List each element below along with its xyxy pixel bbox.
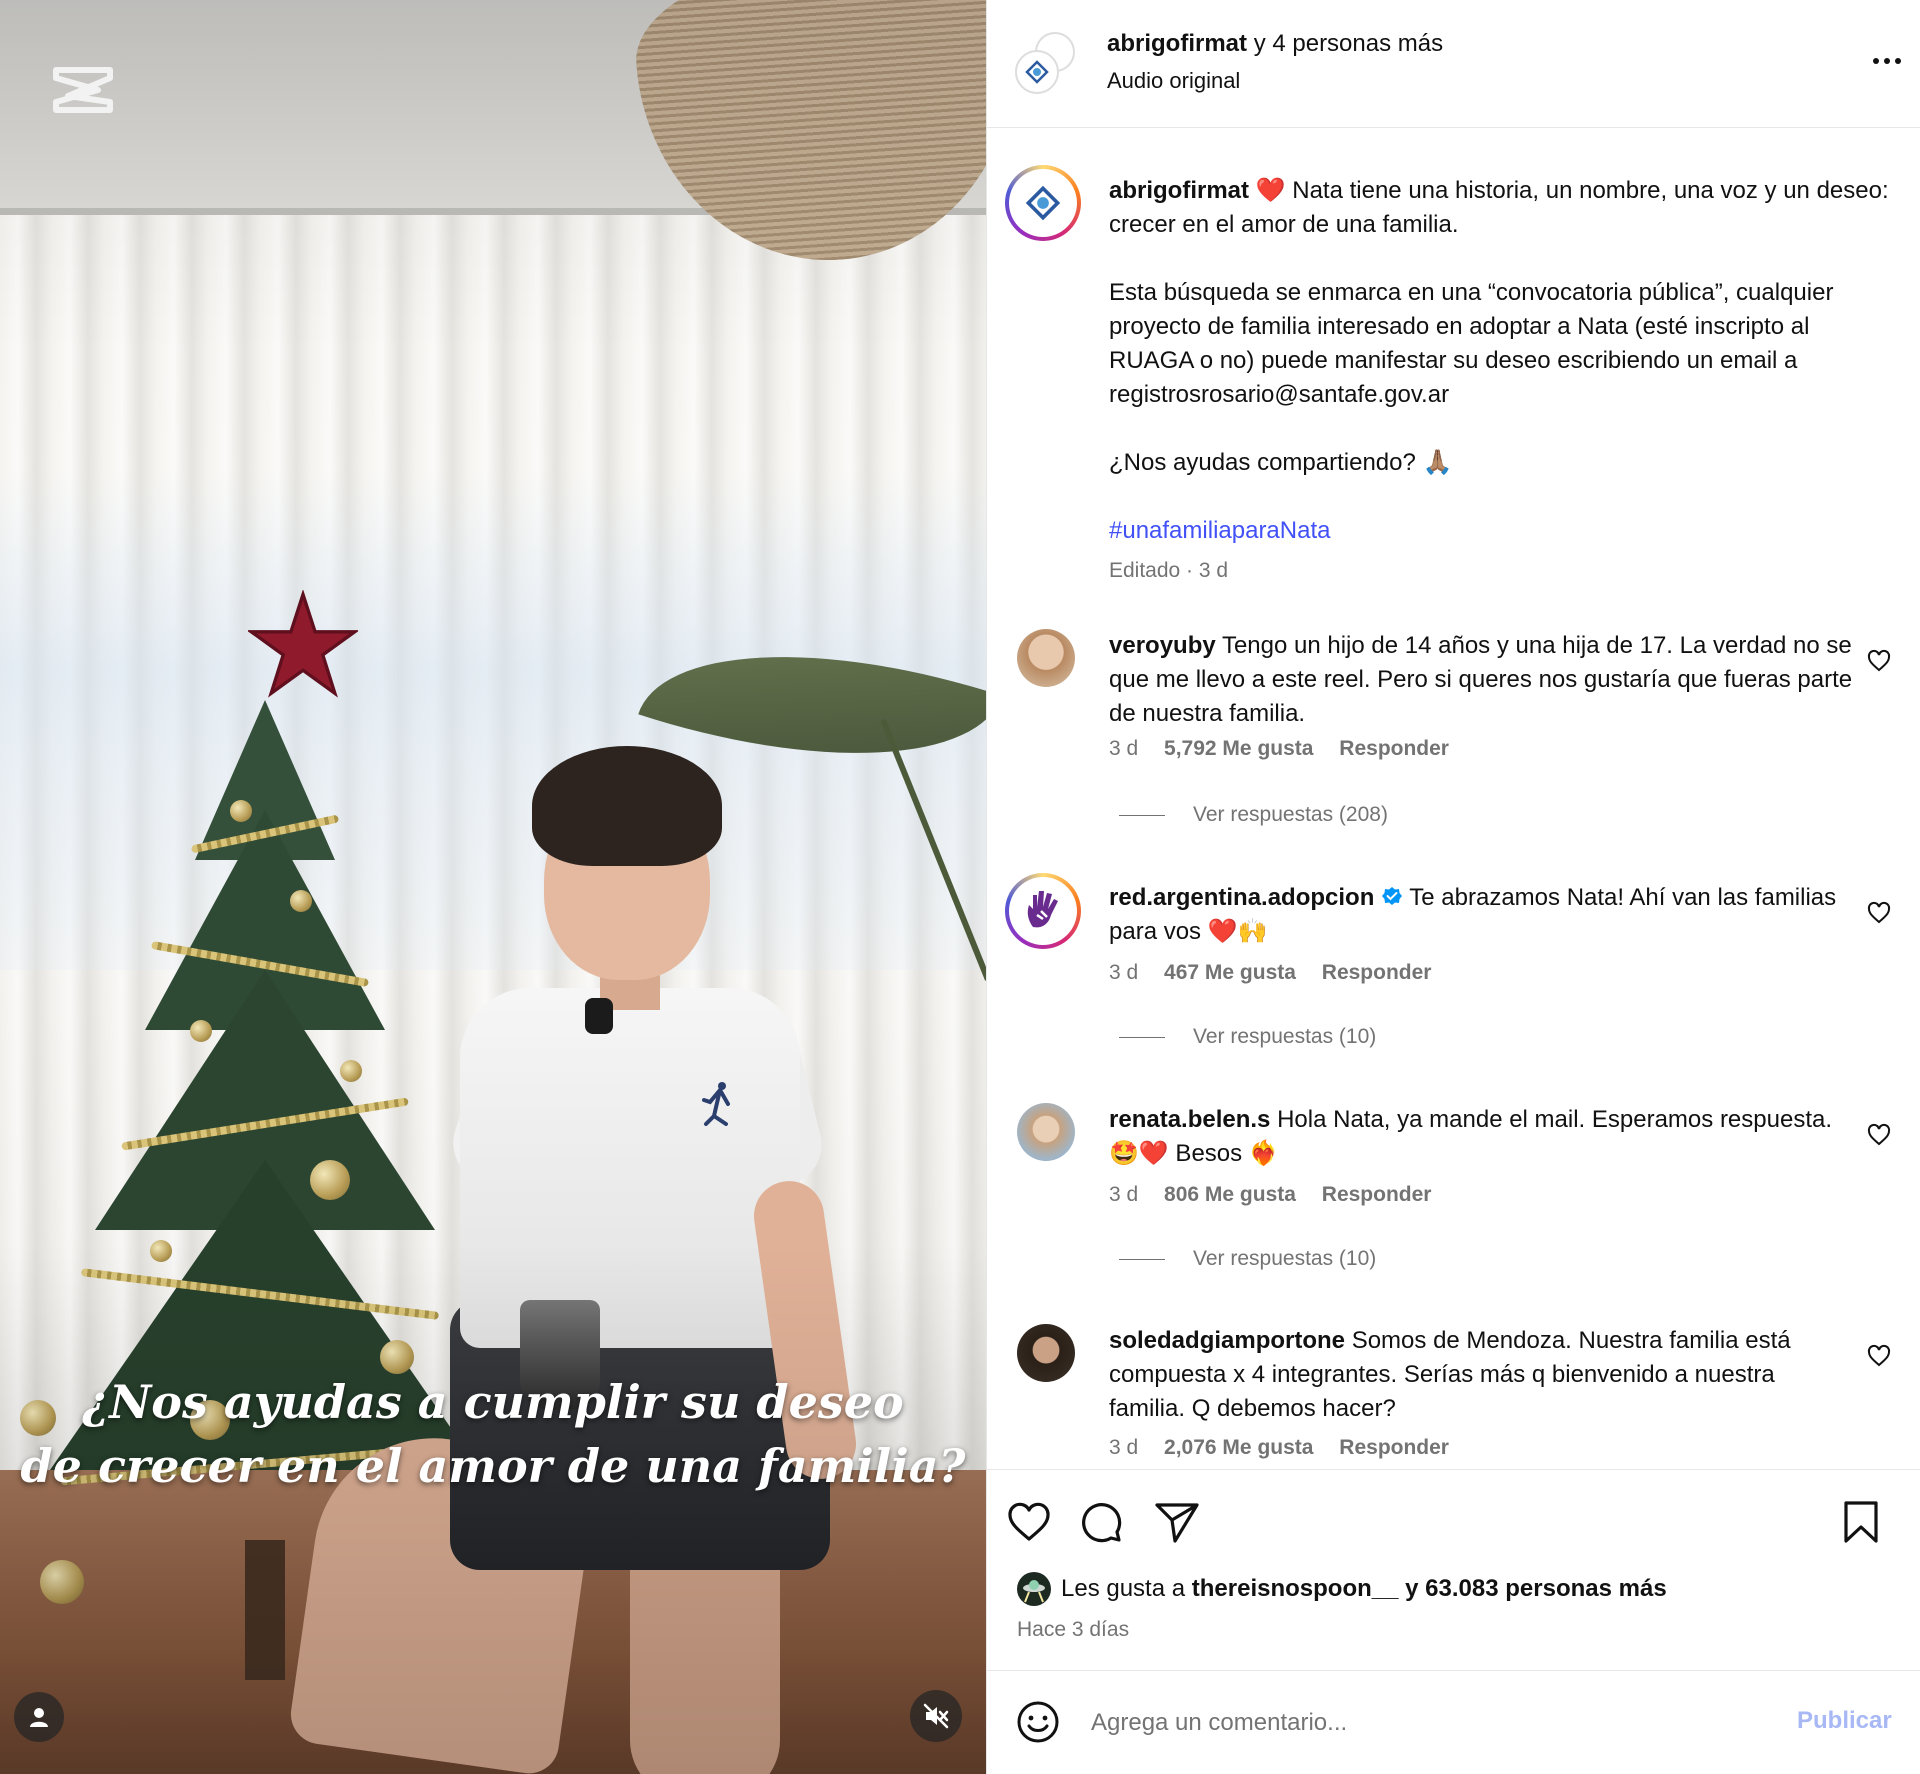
send-icon[interactable] <box>1153 1498 1201 1546</box>
comment-text: renata.belen.s Hola Nata, ya mande el ma… <box>1109 1103 1854 1171</box>
reply-button[interactable]: Responder <box>1322 961 1432 984</box>
publish-button[interactable]: Publicar <box>1797 1707 1892 1735</box>
post-header: abrigofirmat y 4 personas más Audio orig… <box>987 0 1920 128</box>
avatar[interactable] <box>1017 1103 1075 1161</box>
reply-button[interactable]: Responder <box>1339 1436 1449 1459</box>
comment-likes[interactable]: 2,076 Me gusta <box>1164 1436 1313 1459</box>
comment-username[interactable]: red.argentina.adopcion <box>1109 884 1374 911</box>
post-timestamp[interactable]: Hace 3 días <box>1017 1618 1129 1642</box>
comment-text: red.argentina.adopcion Te abrazamos Nata… <box>1109 881 1854 949</box>
likes-prefix: Les gusta a <box>1061 1575 1186 1602</box>
caption-hashtag[interactable]: #unafamiliaparaNata <box>1109 514 1899 548</box>
comment-username[interactable]: soledadgiamportone <box>1109 1327 1345 1354</box>
post-authors[interactable]: abrigofirmat y 4 personas más <box>1107 30 1443 58</box>
comment-likes[interactable]: 5,792 Me gusta <box>1164 737 1313 760</box>
comment-text: veroyuby Tengo un hijo de 14 años y una … <box>1109 629 1854 731</box>
bookmark-icon[interactable] <box>1837 1498 1885 1546</box>
heart-icon[interactable] <box>1867 1123 1891 1147</box>
user-icon <box>30 1708 48 1727</box>
view-replies-button[interactable]: Ver respuestas (10) <box>1119 1247 1376 1271</box>
abrigo-firmat-logo-icon <box>1025 60 1049 84</box>
comment-likes[interactable]: 467 Me gusta <box>1164 961 1296 984</box>
video-caption-line-2: de crecer en el amor de una familia? <box>20 1439 966 1493</box>
view-replies-button[interactable]: Ver respuestas (208) <box>1119 803 1388 827</box>
video-overlay <box>0 0 986 1774</box>
mute-button[interactable] <box>910 1690 962 1742</box>
verified-badge-icon <box>1382 887 1403 905</box>
video-caption-line-1: ¿Nos ayudas a cumplir su deseo <box>82 1375 904 1429</box>
comment-time: 3 d <box>1109 961 1139 984</box>
comments-scroll-area[interactable]: abrigofirmat ❤️ Nata tiene una historia,… <box>987 129 1920 1469</box>
comment-username[interactable]: renata.belen.s <box>1109 1106 1270 1133</box>
heart-icon[interactable] <box>1867 901 1891 925</box>
reply-button[interactable]: Responder <box>1322 1183 1432 1206</box>
comment-username[interactable]: veroyuby <box>1109 632 1216 659</box>
ufo-avatar-icon <box>1023 1580 1045 1603</box>
video-caption: ¿Nos ayudas a cumplir su deseo de crecer… <box>0 1370 986 1498</box>
view-replies-button[interactable]: Ver respuestas (10) <box>1119 1025 1376 1049</box>
author-username[interactable]: abrigofirmat <box>1107 30 1247 57</box>
post-author-avatar[interactable] <box>1005 165 1081 241</box>
collab-avatars[interactable] <box>1015 32 1077 94</box>
comment-body: Tengo un hijo de 14 años y una hija de 1… <box>1109 632 1853 727</box>
instagram-reel-view: ¿Nos ayudas a cumplir su deseo de crecer… <box>0 0 1920 1774</box>
reply-button[interactable]: Responder <box>1339 737 1449 760</box>
coauthors-label[interactable]: y 4 personas más <box>1254 30 1443 57</box>
comment-meta: 3 d 806 Me gusta Responder <box>1109 1183 1451 1207</box>
comment-likes[interactable]: 806 Me gusta <box>1164 1183 1296 1206</box>
avatar[interactable] <box>1017 1324 1075 1382</box>
avatar[interactable] <box>1017 629 1075 687</box>
avatar[interactable] <box>1005 873 1081 949</box>
comment-input[interactable] <box>1091 1701 1731 1745</box>
comment-meta: 3 d 467 Me gusta Responder <box>1109 961 1451 985</box>
abrigo-firmat-logo-icon <box>1025 185 1061 221</box>
more-options-icon[interactable] <box>1867 46 1907 76</box>
comment-text: soledadgiamportone Somos de Mendoza. Nue… <box>1109 1324 1854 1426</box>
action-bar <box>987 1469 1920 1589</box>
comment-composer: Publicar <box>987 1670 1920 1774</box>
likes-count[interactable]: y 63.083 personas más <box>1405 1575 1667 1603</box>
likes-username[interactable]: thereisnospoon__ <box>1192 1575 1399 1603</box>
caption-text-2: Esta búsqueda se enmarca en una “convoca… <box>1109 279 1834 408</box>
caption-text-3: ¿Nos ayudas compartiendo? 🙏🏽 <box>1109 449 1453 476</box>
heart-emoji: ❤️ <box>1255 176 1286 204</box>
tagged-users-button[interactable] <box>14 1692 64 1742</box>
comment-meta: 3 d 2,076 Me gusta Responder <box>1109 1436 1469 1460</box>
avatar[interactable] <box>1017 1572 1051 1606</box>
view-replies-label[interactable]: Ver respuestas (10) <box>1193 1025 1376 1048</box>
comment-time: 3 d <box>1109 737 1139 760</box>
caption-username[interactable]: abrigofirmat <box>1109 177 1249 204</box>
view-replies-label[interactable]: Ver respuestas (208) <box>1193 803 1388 826</box>
post-caption: abrigofirmat ❤️ Nata tiene una historia,… <box>1109 173 1899 548</box>
reel-video[interactable]: ¿Nos ayudas a cumplir su deseo de crecer… <box>0 0 986 1774</box>
post-meta: Editado · 3 d <box>1109 559 1229 582</box>
emoji-icon[interactable] <box>1015 1699 1061 1745</box>
likes-summary[interactable]: Les gusta a thereisnospoon__ y 63.083 pe… <box>1017 1572 1667 1606</box>
capcut-logo-icon <box>53 67 113 113</box>
comment-icon[interactable] <box>1077 1498 1125 1546</box>
heart-icon[interactable] <box>1867 1344 1891 1368</box>
avatar[interactable] <box>1015 50 1059 94</box>
comment-time: 3 d <box>1109 1436 1139 1459</box>
heart-icon[interactable] <box>1867 649 1891 673</box>
view-replies-label[interactable]: Ver respuestas (10) <box>1193 1247 1376 1270</box>
post-panel: abrigofirmat y 4 personas más Audio orig… <box>986 0 1920 1774</box>
muted-speaker-icon <box>923 1703 949 1729</box>
comment-meta: 3 d 5,792 Me gusta Responder <box>1109 737 1469 761</box>
audio-label[interactable]: Audio original <box>1107 68 1240 94</box>
hand-logo-icon <box>1027 891 1058 928</box>
comment-time: 3 d <box>1109 1183 1139 1206</box>
heart-icon[interactable] <box>1005 1498 1053 1546</box>
